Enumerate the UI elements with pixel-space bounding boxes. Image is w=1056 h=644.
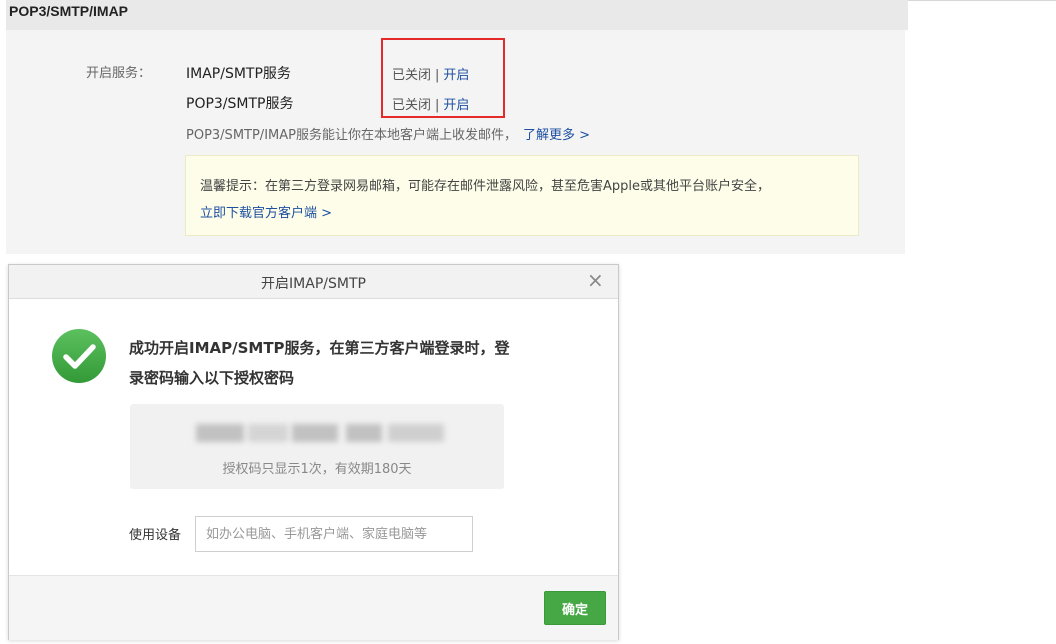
auth-code-note: 授权码只显示1次，有效期180天 bbox=[222, 462, 412, 477]
section-title: POP3/SMTP/IMAP bbox=[9, 3, 129, 19]
security-tip: 温馨提示：在第三方登录网易邮箱，可能存在邮件泄露风险，甚至危害Apple或其他平… bbox=[185, 155, 859, 236]
confirm-button[interactable]: 确定 bbox=[544, 591, 606, 625]
pop3-smtp-imap-settings: POP3/SMTP/IMAP 开启服务： IMAP/SMTP服务 已关闭 | 开启 … bbox=[6, 0, 908, 254]
dialog-title: 开启IMAP/SMTP bbox=[261, 276, 366, 292]
enable-imap-dialog: 开启IMAP/SMTP × 成功开启IMAP/SMTP服务，在第三方客户端登录时… bbox=[8, 264, 619, 640]
device-label: 使用设备 bbox=[129, 528, 182, 543]
auth-code-redacted bbox=[196, 424, 446, 444]
success-message: 成功开启IMAP/SMTP服务，在第三方客户端登录时，登录密码输入以下授权密码 bbox=[129, 339, 510, 387]
service-hint: POP3/SMTP/IMAP服务能让你在本地客户端上收发邮件， 了解更多 > bbox=[186, 124, 590, 143]
close-icon[interactable]: × bbox=[587, 270, 604, 290]
highlight-box bbox=[381, 38, 505, 118]
check-circle-icon bbox=[52, 329, 106, 383]
dialog-titlebar: 开启IMAP/SMTP × bbox=[9, 265, 618, 299]
dialog-footer: 确定 bbox=[9, 575, 618, 640]
section-header: POP3/SMTP/IMAP bbox=[6, 0, 908, 30]
pop3-service-name: POP3/SMTP服务 bbox=[186, 96, 294, 112]
download-client-link[interactable]: 立即下载官方客户端 > bbox=[200, 202, 332, 221]
service-hint-text: POP3/SMTP/IMAP服务能让你在本地客户端上收发邮件， bbox=[186, 128, 517, 143]
device-input[interactable] bbox=[195, 516, 473, 552]
learn-more-link[interactable]: 了解更多 > bbox=[523, 128, 590, 143]
imap-service-name: IMAP/SMTP服务 bbox=[186, 66, 291, 82]
top-divider bbox=[905, 0, 1056, 1]
service-label: 开启服务： bbox=[86, 66, 152, 81]
security-tip-text: 温馨提示：在第三方登录网易邮箱，可能存在邮件泄露风险，甚至危害Apple或其他平… bbox=[200, 179, 771, 194]
auth-code-box: 授权码只显示1次，有效期180天 bbox=[130, 404, 504, 489]
